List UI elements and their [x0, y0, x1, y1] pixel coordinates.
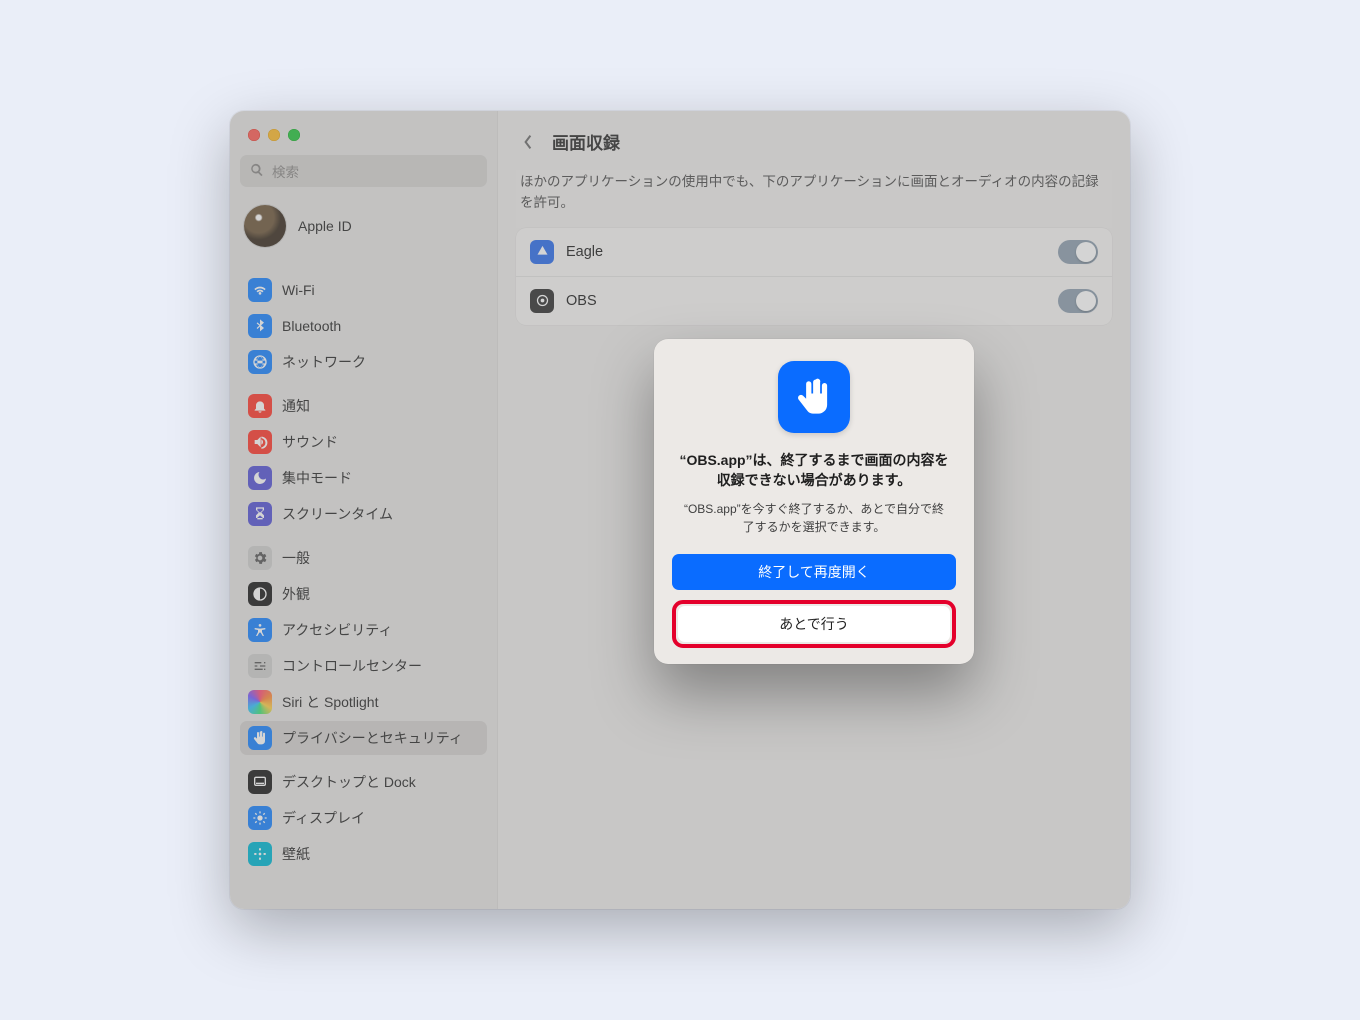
- obs-app-icon: [530, 289, 554, 313]
- sidebar-item-sound[interactable]: サウンド: [240, 425, 487, 459]
- hourglass-icon: [248, 502, 272, 526]
- app-row-obs: OBS: [516, 276, 1112, 325]
- sidebar-item-label: ディスプレイ: [282, 808, 365, 828]
- sidebar-section: デスクトップと Dock ディスプレイ 壁紙: [240, 755, 487, 871]
- apple-id-row[interactable]: Apple ID: [240, 199, 487, 263]
- sidebar-item-label: 集中モード: [282, 468, 352, 488]
- sidebar-item-label: アクセシビリティ: [282, 620, 392, 640]
- title-bar: 画面収録: [516, 123, 1112, 170]
- system-settings-window: 検索 Apple ID Wi-Fi Bluetooth ネットワーク: [230, 111, 1130, 909]
- app-name: Eagle: [566, 244, 1046, 260]
- moon-icon: [248, 466, 272, 490]
- sidebar-item-label: Wi-Fi: [282, 282, 315, 298]
- gear-icon: [248, 546, 272, 570]
- sidebar-item-general[interactable]: 一般: [240, 541, 487, 575]
- speaker-icon: [248, 430, 272, 454]
- sidebar-item-desktop[interactable]: デスクトップと Dock: [240, 765, 487, 799]
- sidebar-item-label: コントロールセンター: [282, 656, 422, 676]
- sidebar-item-privacy[interactable]: プライバシーとセキュリティ: [240, 721, 487, 755]
- hand-icon: [248, 726, 272, 750]
- sidebar-section: Wi-Fi Bluetooth ネットワーク: [240, 263, 487, 379]
- sidebar-item-screentime[interactable]: スクリーンタイム: [240, 497, 487, 531]
- sliders-icon: [248, 654, 272, 678]
- close-window-button[interactable]: [248, 129, 260, 141]
- sidebar-item-label: 壁紙: [282, 844, 310, 864]
- sidebar-item-appearance[interactable]: 外観: [240, 577, 487, 611]
- avatar: [244, 205, 286, 247]
- sidebar-item-label: スクリーンタイム: [282, 504, 393, 524]
- sidebar-item-label: デスクトップと Dock: [282, 772, 416, 792]
- sidebar-item-label: 外観: [282, 584, 310, 604]
- annotation-highlight: あとで行う: [672, 600, 956, 648]
- sidebar-item-displays[interactable]: ディスプレイ: [240, 801, 487, 835]
- sidebar-item-accessibility[interactable]: アクセシビリティ: [240, 613, 487, 647]
- sidebar-item-label: 通知: [282, 396, 310, 416]
- sidebar-item-siri[interactable]: Siri と Spotlight: [240, 685, 487, 719]
- permission-dialog: “OBS.app”は、終了するまで画面の内容を収録できない場合があります。 “O…: [654, 339, 974, 664]
- sidebar-item-label: サウンド: [282, 432, 338, 452]
- window-controls: [240, 123, 487, 155]
- sidebar-section: 通知 サウンド 集中モード スクリーンタイム: [240, 379, 487, 531]
- privacy-hand-icon: [778, 361, 850, 433]
- flower-icon: [248, 842, 272, 866]
- zoom-window-button[interactable]: [288, 129, 300, 141]
- back-button[interactable]: [518, 132, 538, 152]
- dialog-title: “OBS.app”は、終了するまで画面の内容を収録できない場合があります。: [672, 451, 956, 490]
- sidebar-item-wifi[interactable]: Wi-Fi: [240, 273, 487, 307]
- sidebar-item-network[interactable]: ネットワーク: [240, 345, 487, 379]
- siri-icon: [248, 690, 272, 714]
- accessibility-icon: [248, 618, 272, 642]
- toggle-eagle[interactable]: [1058, 240, 1098, 264]
- page-title: 画面収録: [552, 129, 620, 154]
- sun-icon: [248, 806, 272, 830]
- later-button[interactable]: あとで行う: [678, 606, 950, 642]
- appearance-icon: [248, 582, 272, 606]
- apple-id-label: Apple ID: [298, 218, 352, 234]
- search-icon: [250, 163, 264, 180]
- quit-and-reopen-button[interactable]: 終了して再度開く: [672, 554, 956, 590]
- sidebar-item-bluetooth[interactable]: Bluetooth: [240, 309, 487, 343]
- dock-icon: [248, 770, 272, 794]
- sidebar-item-label: Siri と Spotlight: [282, 692, 378, 712]
- page-description: ほかのアプリケーションの使用中でも、下のアプリケーションに画面とオーディオの内容…: [516, 170, 1112, 228]
- search-placeholder: 検索: [272, 161, 299, 181]
- toggle-obs[interactable]: [1058, 289, 1098, 313]
- sidebar-item-controlcenter[interactable]: コントロールセンター: [240, 649, 487, 683]
- eagle-app-icon: [530, 240, 554, 264]
- sidebar-item-label: プライバシーとセキュリティ: [282, 728, 463, 748]
- search-field[interactable]: 検索: [240, 155, 487, 187]
- sidebar-item-notifications[interactable]: 通知: [240, 389, 487, 423]
- app-permission-list: Eagle OBS: [516, 228, 1112, 325]
- sidebar-item-focus[interactable]: 集中モード: [240, 461, 487, 495]
- wifi-icon: [248, 278, 272, 302]
- dialog-subtitle: “OBS.app”を今すぐ終了するか、あとで自分で終了するかを選択できます。: [672, 500, 956, 536]
- bell-icon: [248, 394, 272, 418]
- bluetooth-icon: [248, 314, 272, 338]
- globe-icon: [248, 350, 272, 374]
- minimize-window-button[interactable]: [268, 129, 280, 141]
- sidebar-section: 一般 外観 アクセシビリティ コントロールセンター Siri と Spotlig…: [240, 531, 487, 755]
- sidebar-item-wallpaper[interactable]: 壁紙: [240, 837, 487, 871]
- sidebar-item-label: 一般: [282, 548, 310, 568]
- app-name: OBS: [566, 293, 1046, 309]
- app-row-eagle: Eagle: [516, 228, 1112, 276]
- sidebar-item-label: Bluetooth: [282, 318, 341, 334]
- sidebar: 検索 Apple ID Wi-Fi Bluetooth ネットワーク: [230, 111, 498, 909]
- sidebar-item-label: ネットワーク: [282, 352, 366, 372]
